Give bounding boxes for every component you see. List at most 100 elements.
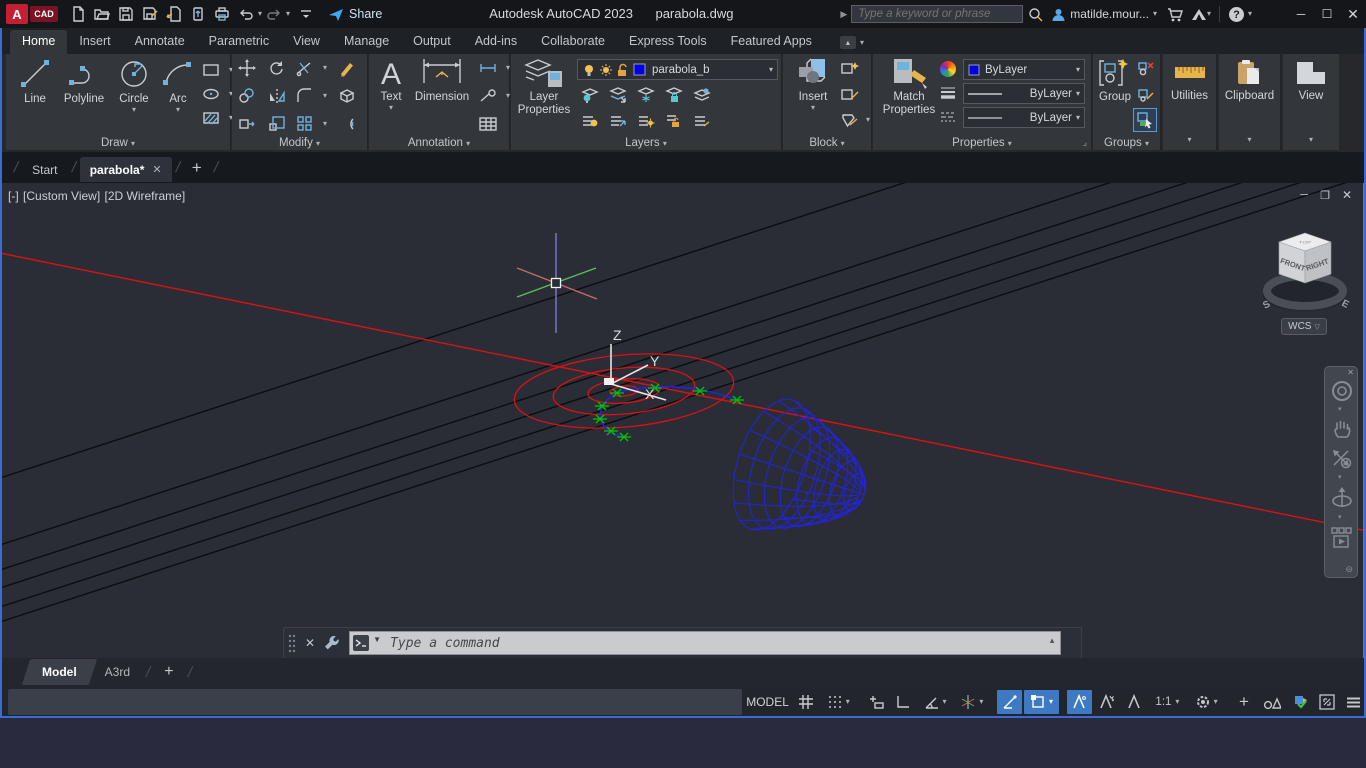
user-account-button[interactable]: matilde.mour... ▾ — [1051, 7, 1157, 22]
layer-on-all-button[interactable] — [579, 110, 601, 130]
layer-off-button[interactable] — [579, 85, 601, 105]
panel-view[interactable]: View ▾ — [1283, 54, 1339, 150]
annotation-scale-value[interactable]: 1:1▾ — [1148, 690, 1187, 714]
stretch-tool-button[interactable] — [236, 114, 258, 134]
ungroup-button[interactable] — [1135, 58, 1157, 78]
move-tool-button[interactable] — [236, 58, 258, 78]
workspace-switching-button[interactable]: ▾ — [1189, 690, 1224, 714]
fillet-dropdown-caret[interactable]: ▾ — [314, 86, 336, 106]
command-expand-caret[interactable]: ▲ — [1048, 636, 1056, 645]
maximize-window-button[interactable]: ☐ — [1314, 3, 1340, 25]
copy-tool-button[interactable] — [236, 86, 258, 106]
trim-dropdown-caret[interactable]: ▾ — [314, 58, 336, 78]
dynamic-input-toggle[interactable] — [863, 690, 888, 714]
open-file-button[interactable] — [90, 3, 114, 25]
customization-menu-button[interactable] — [1342, 690, 1365, 714]
layout-tab-a3rd[interactable]: A3rd — [93, 661, 142, 683]
ellipse-tool-button[interactable] — [200, 84, 222, 104]
orbit-dropdown-caret[interactable]: ▾ — [1338, 513, 1342, 521]
scale-tool-button[interactable] — [266, 114, 288, 134]
layer-unlock-icon[interactable] — [616, 63, 629, 77]
modify-panel-label[interactable]: Modify ▾ — [232, 137, 367, 149]
layout-tab-model[interactable]: Model — [26, 659, 93, 685]
polyline-tool-button[interactable]: Polyline — [58, 57, 110, 106]
close-window-button[interactable]: ✕ — [1340, 3, 1366, 25]
layer-freeze-button[interactable] — [635, 85, 657, 105]
tab-insert[interactable]: Insert — [67, 30, 122, 54]
ribbon-collapse-button[interactable]: ▴▾ — [840, 36, 864, 49]
properties-panel-label[interactable]: Properties ▾ ⌟ — [873, 137, 1091, 149]
search-icon[interactable] — [1023, 3, 1047, 25]
layer-isolate-button[interactable] — [607, 85, 629, 105]
arc-dropdown-caret[interactable]: ▾ — [176, 106, 180, 114]
plot-button[interactable] — [210, 3, 234, 25]
hatch-tool-button[interactable] — [200, 108, 222, 128]
draw-panel-label[interactable]: Draw ▾ — [6, 137, 230, 149]
showmotion-button[interactable] — [1330, 525, 1354, 556]
orbit-button[interactable] — [1330, 485, 1354, 516]
export-button[interactable] — [162, 3, 186, 25]
save-as-button[interactable] — [138, 3, 162, 25]
viewport-minus-control[interactable]: [-] — [8, 189, 19, 203]
autodesk-menu-button[interactable]: ▾ — [1191, 8, 1211, 21]
pan-button[interactable] — [1331, 417, 1353, 446]
app-store-cart-icon[interactable] — [1163, 3, 1187, 25]
object-snap-toggle[interactable]: ▾ — [1024, 690, 1059, 714]
viewport-view-control[interactable]: [Custom View] — [23, 189, 100, 203]
viewport-visual-style-control[interactable]: [2D Wireframe] — [105, 189, 186, 203]
make-current-layer-button[interactable] — [691, 85, 713, 105]
file-tab-parabola[interactable]: parabola* ✕ — [80, 157, 172, 182]
tab-featured-apps[interactable]: Featured Apps — [719, 30, 824, 54]
command-recent-caret[interactable]: ▼ — [373, 635, 381, 644]
drawing-area[interactable]: Z Y X [-] [Custom View] [2D Wireframe] ─… — [0, 183, 1366, 658]
zoom-dropdown-caret[interactable]: ▾ — [1338, 473, 1342, 481]
point-markers[interactable] — [593, 384, 744, 441]
properties-panel-launcher[interactable]: ⌟ — [1083, 137, 1087, 148]
tab-output[interactable]: Output — [401, 30, 463, 54]
lineweight-icon[interactable] — [937, 83, 959, 103]
customize-qat-button[interactable] — [294, 3, 318, 25]
line-tool-button[interactable]: Line — [12, 57, 58, 106]
lineweight-dropdown[interactable]: ByLayer ▾ — [963, 83, 1085, 104]
isolate-objects-button[interactable] — [1258, 690, 1285, 714]
snap-toggle[interactable]: ▾ — [821, 690, 856, 714]
tab-annotate[interactable]: Annotate — [123, 30, 197, 54]
tab-view[interactable]: View — [281, 30, 332, 54]
insert-dropdown-caret[interactable]: ▾ — [811, 104, 815, 112]
tab-add-ins[interactable]: Add-ins — [463, 30, 529, 54]
text-tool-button[interactable]: A Text ▾ — [373, 57, 409, 112]
isometric-drafting-toggle[interactable]: ▾ — [954, 690, 989, 714]
command-customize-wrench-icon[interactable] — [323, 634, 341, 652]
command-input[interactable] — [349, 631, 1061, 655]
parabola-curve[interactable] — [601, 387, 737, 437]
search-expand-icon[interactable]: ▶ — [840, 9, 847, 20]
layer-dropdown[interactable]: parabola_b ▾ — [577, 59, 778, 80]
block-panel-label[interactable]: Block ▾ — [783, 137, 871, 149]
arc-tool-button[interactable]: Arc ▾ — [158, 57, 198, 114]
layer-dropdown-caret[interactable]: ▾ — [769, 65, 773, 74]
tab-home[interactable]: Home — [10, 30, 67, 54]
save-button[interactable] — [114, 3, 138, 25]
new-file-button[interactable] — [66, 3, 90, 25]
model-space[interactable]: Z Y X — [0, 183, 1366, 658]
autoscale-annotation-toggle[interactable] — [1094, 690, 1119, 714]
object-snap-tracking-toggle[interactable] — [997, 690, 1022, 714]
annotation-panel-label[interactable]: Annotation ▾ — [369, 137, 509, 149]
annotation-scale-icon-button[interactable] — [1121, 690, 1146, 714]
layer-on-bulb-icon[interactable] — [582, 63, 596, 77]
close-file-tab-icon[interactable]: ✕ — [152, 163, 161, 176]
graphics-performance-button[interactable] — [1288, 690, 1313, 714]
change-to-current-layer-button[interactable] — [691, 110, 713, 130]
edit-block-button[interactable] — [839, 84, 861, 104]
leader-tool-button[interactable] — [477, 86, 499, 106]
polar-tracking-toggle[interactable]: ▾ — [918, 690, 953, 714]
layer-color-swatch[interactable] — [633, 63, 646, 76]
erase-tool-button[interactable] — [336, 58, 358, 78]
layers-panel-label[interactable]: Layers ▾ — [511, 137, 781, 149]
group-button[interactable]: Group — [1095, 57, 1135, 104]
dimension-tool-button[interactable]: Dimension — [411, 57, 473, 104]
navigation-wheel-button[interactable] — [1330, 379, 1354, 408]
redo-dropdown-caret[interactable]: ▾ — [286, 10, 290, 18]
linear-dimension-button[interactable] — [477, 58, 499, 78]
navbar-close-icon[interactable]: ✕ — [1347, 368, 1354, 377]
